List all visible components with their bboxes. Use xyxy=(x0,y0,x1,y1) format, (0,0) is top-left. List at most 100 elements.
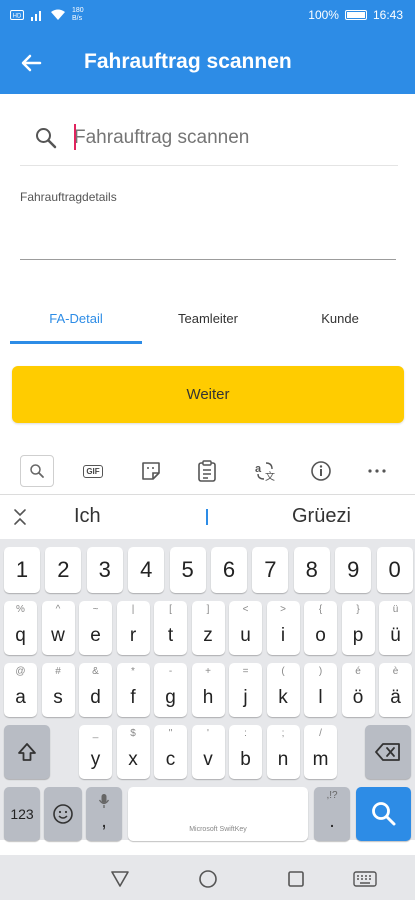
key-t-hint: [ xyxy=(169,604,172,615)
key-x[interactable]: $ x xyxy=(116,725,150,779)
clipboard-button[interactable] xyxy=(190,455,224,487)
key-0[interactable]: 0 xyxy=(376,547,413,593)
more-button[interactable] xyxy=(360,455,394,487)
suggestion-1[interactable]: Ich xyxy=(74,505,101,528)
key-n[interactable]: ; n xyxy=(266,725,300,779)
key-p[interactable]: } p xyxy=(341,601,375,655)
comma-mic-key[interactable]: , xyxy=(86,787,122,841)
space-brand-label: Microsoft SwiftKey xyxy=(189,826,247,833)
key-w[interactable]: ^ w xyxy=(41,601,75,655)
text-cursor xyxy=(74,124,76,150)
key-j-label: j xyxy=(243,687,248,708)
key-o[interactable]: {o xyxy=(304,601,337,655)
key-h[interactable]: + h xyxy=(191,663,225,717)
key-p-hint: } xyxy=(356,604,360,615)
scan-search-input[interactable] xyxy=(74,122,384,154)
collapse-button[interactable] xyxy=(8,505,32,529)
sticker-icon xyxy=(142,462,160,480)
key-l-hint: ) xyxy=(318,666,323,677)
keyboard-hide-icon xyxy=(353,871,377,887)
svg-text:HD: HD xyxy=(13,14,22,20)
key-ä[interactable]: èä xyxy=(379,663,412,717)
key-d[interactable]: & d xyxy=(79,663,112,717)
key-s-label: s xyxy=(53,687,63,708)
period-key[interactable]: ,!? . xyxy=(314,787,350,841)
key-2[interactable]: 2 xyxy=(45,547,82,593)
key-8[interactable]: 8 xyxy=(293,547,330,593)
key-5[interactable]: 5 xyxy=(169,547,206,593)
key-e[interactable]: ~ e xyxy=(79,601,112,655)
key-w-hint: ^ xyxy=(55,604,61,615)
key-t[interactable]: [t xyxy=(154,601,187,655)
key-ö-hint: é xyxy=(355,666,361,677)
key-k[interactable]: (k xyxy=(266,663,300,717)
suggestion-2[interactable]: Grüezi xyxy=(292,505,351,528)
key-4[interactable]: 4 xyxy=(128,547,165,593)
search-enter-key[interactable] xyxy=(356,787,411,841)
sticker-button[interactable] xyxy=(134,455,168,487)
key-a[interactable]: @ a xyxy=(4,663,37,717)
key-9[interactable]: 9 xyxy=(335,547,372,593)
key-z[interactable]: ] z xyxy=(191,601,225,655)
key-s[interactable]: # s xyxy=(41,663,75,717)
back-button[interactable] xyxy=(14,46,48,80)
key-b[interactable]: :b xyxy=(229,725,262,779)
keyboard: GIF a文 Ich Grüezi 123 , Microsoft SwiftK… xyxy=(0,447,415,841)
space-key[interactable]: Microsoft SwiftKey xyxy=(128,787,308,841)
key-q[interactable]: % q xyxy=(4,601,37,655)
key-ü[interactable]: üü xyxy=(379,601,412,655)
shift-key[interactable] xyxy=(4,725,50,779)
key-l[interactable]: ) l xyxy=(304,663,337,717)
microphone-icon xyxy=(98,794,110,808)
nav-keyboard-button[interactable] xyxy=(352,867,378,891)
key-h-hint: + xyxy=(205,666,211,677)
key-i[interactable]: > i xyxy=(266,601,300,655)
key-c[interactable]: " c xyxy=(154,725,187,779)
nav-recents-button[interactable] xyxy=(284,867,308,891)
key-v-hint: ' xyxy=(207,728,209,739)
translator-button[interactable]: a文 xyxy=(248,455,282,487)
key-f[interactable]: * f xyxy=(116,663,150,717)
key-1[interactable]: 1 xyxy=(4,547,40,593)
key-m[interactable]: / m xyxy=(304,725,337,779)
keyboard-toolbar: GIF a文 xyxy=(0,447,415,495)
tab-kunde[interactable]: Kunde xyxy=(274,292,406,344)
key-r[interactable]: | r xyxy=(116,601,150,655)
key-w-label: w xyxy=(51,625,65,646)
key-u[interactable]: < u xyxy=(229,601,262,655)
tab-indicator xyxy=(10,341,142,344)
key-6[interactable]: 6 xyxy=(211,547,247,593)
shift-icon xyxy=(18,743,36,761)
key-7[interactable]: 7 xyxy=(252,547,289,593)
key-f-label: f xyxy=(130,687,136,708)
keyboard-search-button[interactable] xyxy=(20,455,54,487)
key-y[interactable]: _ y xyxy=(79,725,112,779)
info-button[interactable] xyxy=(304,455,338,487)
key-k-hint: ( xyxy=(281,666,285,677)
key-ü-hint: ü xyxy=(392,604,399,615)
tab-fa-detail[interactable]: FA-Detail xyxy=(10,292,142,344)
suggestion-cursor xyxy=(206,509,208,525)
details-field[interactable] xyxy=(20,212,396,260)
key-l-label: l xyxy=(318,687,323,708)
key-ö[interactable]: éö xyxy=(341,663,375,717)
symbols-key[interactable]: 123 xyxy=(4,787,40,841)
nav-back-button[interactable] xyxy=(108,867,132,891)
key-t-label: t xyxy=(167,625,174,646)
tab-teamleiter[interactable]: Teamleiter xyxy=(142,292,274,344)
key-j-hint: = xyxy=(242,666,249,677)
emoji-key[interactable] xyxy=(44,787,82,841)
triangle-back-icon xyxy=(111,871,129,887)
key-3[interactable]: 3 xyxy=(86,547,123,593)
key-g[interactable]: -g xyxy=(154,663,187,717)
search-icon xyxy=(371,802,395,826)
key-v[interactable]: ' v xyxy=(191,725,225,779)
key-f-hint: * xyxy=(131,666,135,677)
key-b-label: b xyxy=(240,749,251,770)
gif-button[interactable]: GIF xyxy=(76,455,110,487)
nav-home-button[interactable] xyxy=(196,867,220,891)
weiter-button[interactable]: Weiter xyxy=(12,366,404,423)
backspace-key[interactable] xyxy=(365,725,411,779)
status-bar: HD 180 B/s 100% 16:43 xyxy=(0,0,415,30)
key-j[interactable]: = j xyxy=(229,663,262,717)
